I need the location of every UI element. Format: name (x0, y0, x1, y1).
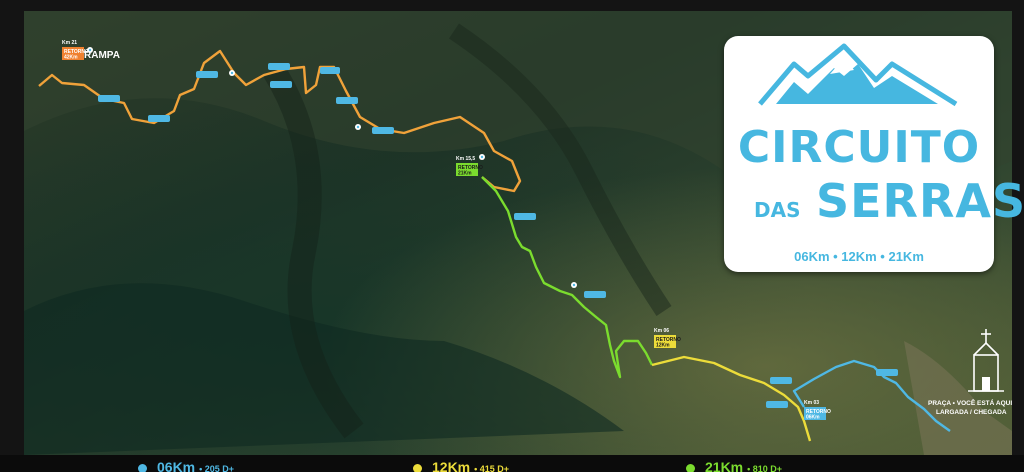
legend-dot (138, 464, 147, 472)
rampa-label: RAMPA (84, 50, 120, 61)
pin-icon (229, 70, 235, 76)
start-finish-label: LARGADA / CHEGADA (936, 409, 1007, 416)
svg-text:Km 06: Km 06 (654, 328, 669, 334)
pin-icon (355, 124, 361, 130)
svg-text:Km 15,5: Km 15,5 (456, 156, 475, 162)
legend-elevation: • 415 D+ (474, 464, 510, 472)
km-tag (98, 95, 120, 102)
km-tag (584, 291, 606, 298)
legend-dot (686, 464, 695, 472)
km-tag (196, 71, 218, 78)
legend-elevation: • 810 D+ (747, 464, 783, 472)
event-distances: 06Km • 12Km • 21Km (794, 249, 924, 264)
praca-label: PRAÇA • VOCÊ ESTÁ AQUI (928, 398, 1012, 407)
svg-text:21Km: 21Km (458, 171, 472, 177)
legend-item-06k: 06Km • 205 D+ (138, 459, 234, 472)
map-poster: Km 21 RETORNO 42Km RAMPA Km 15,5 RETORNO… (0, 0, 1024, 472)
event-title-small: DAS (754, 198, 801, 222)
legend-item-21k: 21Km • 810 D+ (686, 459, 782, 472)
svg-text:42Km: 42Km (64, 55, 78, 61)
svg-text:Km 03: Km 03 (804, 400, 819, 406)
km-tag (320, 67, 340, 74)
event-title-line2: SERRAS (816, 174, 1024, 228)
km-tag (514, 213, 536, 220)
pin-icon (571, 282, 577, 288)
km-tag (372, 127, 394, 134)
svg-text:06Km: 06Km (806, 415, 820, 421)
mountain-logo-icon (758, 43, 958, 107)
legend-dot (413, 464, 422, 472)
legend-elevation: • 205 D+ (199, 464, 235, 472)
pin-icon (479, 154, 485, 160)
legend-distance: 06Km (157, 459, 196, 472)
km-tag (876, 369, 898, 376)
km-tag (148, 115, 170, 122)
event-logo-card: CIRCUITO DAS SERRAS 06Km • 12Km • 21Km (724, 36, 1024, 272)
legend-distance: 21Km (705, 459, 744, 472)
km-tag (766, 401, 788, 408)
svg-text:12Km: 12Km (656, 343, 670, 349)
km-tag (336, 97, 358, 104)
legend-distance: 12Km (432, 459, 471, 472)
legend-item-12k: 12Km • 415 D+ (413, 459, 509, 472)
event-title-line1: CIRCUITO (737, 122, 981, 173)
km-tag (268, 63, 290, 70)
km-tag (270, 81, 292, 88)
svg-text:Km 21: Km 21 (62, 40, 77, 46)
km-tag (770, 377, 792, 384)
